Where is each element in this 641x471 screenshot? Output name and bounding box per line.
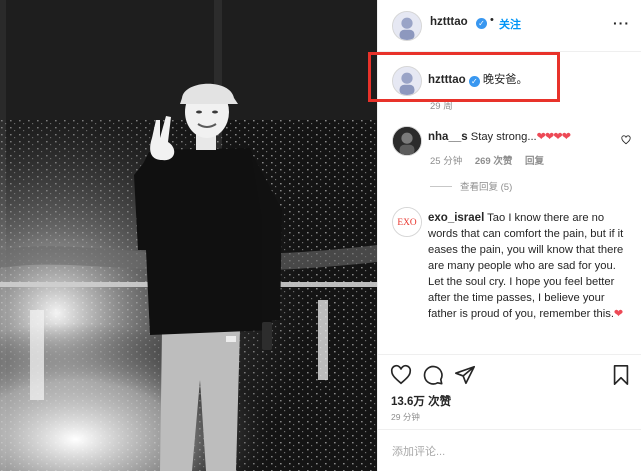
comment-time: 25 分钟: [430, 156, 463, 167]
view-replies[interactable]: 查看回复 (5): [430, 179, 512, 193]
commenter-avatar[interactable]: [392, 126, 422, 156]
post-header: hztttao ✓ • 关注 ···: [378, 0, 641, 52]
follow-button[interactable]: 关注: [499, 16, 521, 32]
like-count[interactable]: 13.6万 次赞: [391, 393, 451, 409]
heart-icon[interactable]: [390, 364, 412, 386]
paper-plane-icon[interactable]: [454, 364, 476, 386]
comment-username[interactable]: exo_israel: [428, 212, 484, 224]
post-photo: [0, 0, 377, 471]
author-username[interactable]: hztttao: [430, 16, 468, 28]
view-replies-line: [430, 186, 452, 187]
comment-item: nha__s Stay strong...❤❤❤❤: [428, 129, 618, 145]
separator-dot: •: [490, 14, 494, 26]
comment-text: Stay strong...: [470, 131, 537, 143]
comment-like-count[interactable]: 269 次赞: [475, 156, 513, 167]
caption-highlight-box: [368, 52, 560, 102]
verified-badge-icon: ✓: [476, 18, 487, 29]
comment-item: exo_israel Tao I know there are no words…: [428, 210, 624, 322]
comment-username[interactable]: nha__s: [428, 131, 468, 143]
add-comment-input[interactable]: 添加评论...: [392, 443, 445, 459]
comment-text: Tao I know there are no words that can c…: [428, 212, 624, 320]
comment-hearts: ❤: [613, 308, 623, 320]
post-time: 29 分钟: [391, 412, 420, 422]
comment-hearts: ❤❤❤❤: [536, 131, 571, 143]
bookmark-icon[interactable]: [610, 364, 632, 386]
svg-text:EXO: EXO: [397, 218, 416, 228]
comment-icon[interactable]: [422, 364, 444, 386]
comment-meta: 25 分钟 269 次赞 回复: [430, 153, 544, 167]
author-avatar[interactable]: [392, 11, 422, 41]
commenter-avatar[interactable]: EXO: [392, 207, 422, 237]
more-options-icon[interactable]: ···: [613, 15, 630, 31]
comment-reply-button[interactable]: 回复: [525, 156, 544, 167]
comment-like-heart-icon[interactable]: [621, 135, 631, 145]
add-comment-bar: 添加评论...: [378, 429, 641, 471]
view-replies-label: 查看回复 (5): [460, 182, 513, 193]
